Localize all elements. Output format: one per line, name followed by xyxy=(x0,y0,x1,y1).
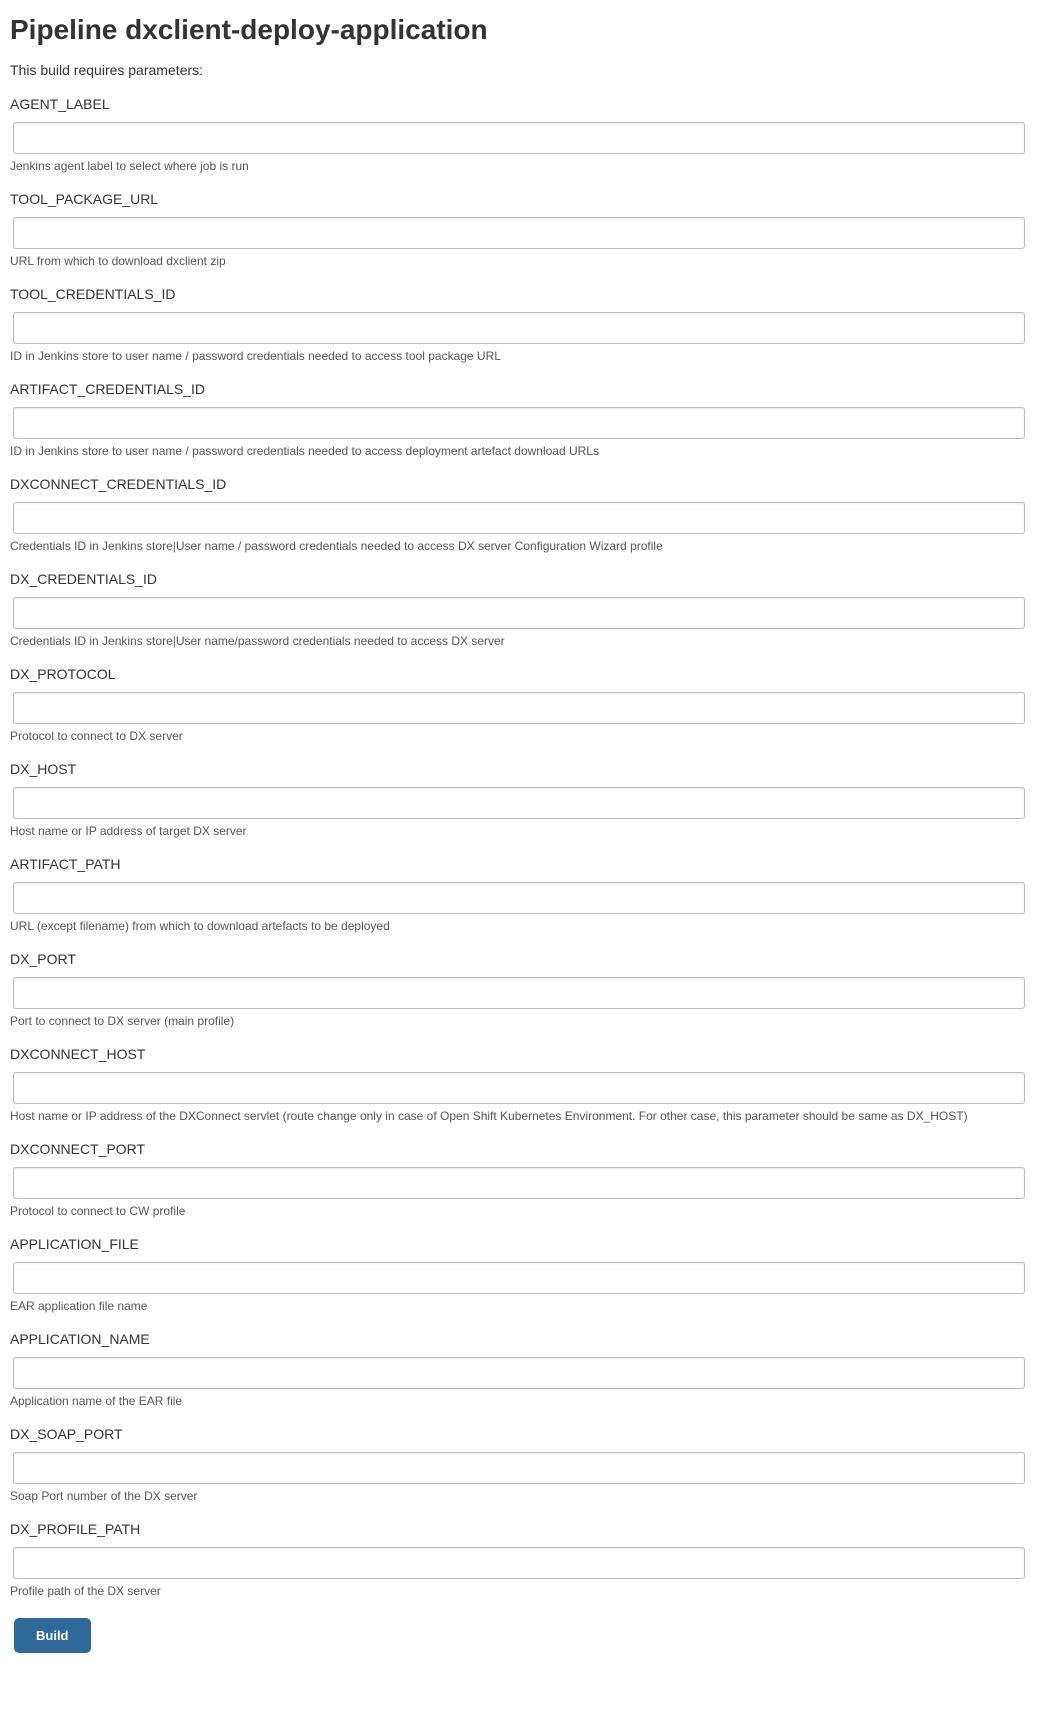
param-help: Application name of the EAR file xyxy=(10,1394,1028,1408)
param-label: AGENT_LABEL xyxy=(10,96,1028,112)
param-help: Protocol to connect to CW profile xyxy=(10,1204,1028,1218)
param-help: Port to connect to DX server (main profi… xyxy=(10,1014,1028,1028)
param-label: DXCONNECT_CREDENTIALS_ID xyxy=(10,476,1028,492)
param-dxconnect_host: DXCONNECT_HOST Host name or IP address of… xyxy=(10,1046,1028,1123)
param-input-artifact_credentials_id[interactable] xyxy=(13,407,1025,439)
param-help: Protocol to connect to DX server xyxy=(10,729,1028,743)
param-artifact_credentials_id: ARTIFACT_CREDENTIALS_ID ID in Jenkins sto… xyxy=(10,381,1028,458)
param-label: DX_PROFILE_PATH xyxy=(10,1521,1028,1537)
param-input-dx_credentials_id[interactable] xyxy=(13,597,1025,629)
param-dx_profile_path: DX_PROFILE_PATH Profile path of the DX se… xyxy=(10,1521,1028,1598)
param-label: DX_PROTOCOL xyxy=(10,666,1028,682)
param-input-tool_credentials_id[interactable] xyxy=(13,312,1025,344)
param-dx_host: DX_HOST Host name or IP address of target… xyxy=(10,761,1028,838)
param-input-dx_soap_port[interactable] xyxy=(13,1452,1025,1484)
param-label: DX_PORT xyxy=(10,951,1028,967)
param-help: Host name or IP address of target DX ser… xyxy=(10,824,1028,838)
param-tool_package_url: TOOL_PACKAGE_URL URL from which to downlo… xyxy=(10,191,1028,268)
param-label: DX_SOAP_PORT xyxy=(10,1426,1028,1442)
param-label: DXCONNECT_HOST xyxy=(10,1046,1028,1062)
param-input-tool_package_url[interactable] xyxy=(13,217,1025,249)
param-label: APPLICATION_FILE xyxy=(10,1236,1028,1252)
param-help: EAR application file name xyxy=(10,1299,1028,1313)
param-input-application_name[interactable] xyxy=(13,1357,1025,1389)
param-input-dxconnect_host[interactable] xyxy=(13,1072,1025,1104)
param-input-dx_port[interactable] xyxy=(13,977,1025,1009)
param-input-dxconnect_port[interactable] xyxy=(13,1167,1025,1199)
param-agent_label: AGENT_LABEL Jenkins agent label to select… xyxy=(10,96,1028,173)
param-input-artifact_path[interactable] xyxy=(13,882,1025,914)
param-label: TOOL_PACKAGE_URL xyxy=(10,191,1028,207)
param-help: URL from which to download dxclient zip xyxy=(10,254,1028,268)
param-tool_credentials_id: TOOL_CREDENTIALS_ID ID in Jenkins store t… xyxy=(10,286,1028,363)
param-input-dxconnect_credentials_id[interactable] xyxy=(13,502,1025,534)
intro-text: This build requires parameters: xyxy=(10,62,1028,78)
param-label: DX_CREDENTIALS_ID xyxy=(10,571,1028,587)
param-label: DXCONNECT_PORT xyxy=(10,1141,1028,1157)
param-input-dx_host[interactable] xyxy=(13,787,1025,819)
param-help: Credentials ID in Jenkins store|User nam… xyxy=(10,634,1028,648)
param-dx_protocol: DX_PROTOCOL Protocol to connect to DX ser… xyxy=(10,666,1028,743)
param-help: Profile path of the DX server xyxy=(10,1584,1028,1598)
param-label: TOOL_CREDENTIALS_ID xyxy=(10,286,1028,302)
param-application_file: APPLICATION_FILE EAR application file nam… xyxy=(10,1236,1028,1313)
parameters-form: AGENT_LABEL Jenkins agent label to select… xyxy=(10,96,1028,1598)
param-help: Soap Port number of the DX server xyxy=(10,1489,1028,1503)
build-button[interactable]: Build xyxy=(14,1618,91,1653)
param-label: DX_HOST xyxy=(10,761,1028,777)
page-title: Pipeline dxclient-deploy-application xyxy=(10,14,1028,46)
param-label: ARTIFACT_PATH xyxy=(10,856,1028,872)
param-application_name: APPLICATION_NAME Application name of the … xyxy=(10,1331,1028,1408)
param-dx_credentials_id: DX_CREDENTIALS_ID Credentials ID in Jenki… xyxy=(10,571,1028,648)
param-input-application_file[interactable] xyxy=(13,1262,1025,1294)
param-help: URL (except filename) from which to down… xyxy=(10,919,1028,933)
param-label: ARTIFACT_CREDENTIALS_ID xyxy=(10,381,1028,397)
param-help: Credentials ID in Jenkins store|User nam… xyxy=(10,539,1028,553)
param-help: ID in Jenkins store to user name / passw… xyxy=(10,444,1028,458)
param-artifact_path: ARTIFACT_PATH URL (except filename) from … xyxy=(10,856,1028,933)
param-help: Host name or IP address of the DXConnect… xyxy=(10,1109,1028,1123)
param-dx_soap_port: DX_SOAP_PORT Soap Port number of the DX s… xyxy=(10,1426,1028,1503)
param-input-dx_protocol[interactable] xyxy=(13,692,1025,724)
param-dx_port: DX_PORT Port to connect to DX server (mai… xyxy=(10,951,1028,1028)
param-label: APPLICATION_NAME xyxy=(10,1331,1028,1347)
param-dxconnect_credentials_id: DXCONNECT_CREDENTIALS_ID Credentials ID i… xyxy=(10,476,1028,553)
param-input-dx_profile_path[interactable] xyxy=(13,1547,1025,1579)
param-help: Jenkins agent label to select where job … xyxy=(10,159,1028,173)
param-input-agent_label[interactable] xyxy=(13,122,1025,154)
param-help: ID in Jenkins store to user name / passw… xyxy=(10,349,1028,363)
param-dxconnect_port: DXCONNECT_PORT Protocol to connect to CW … xyxy=(10,1141,1028,1218)
